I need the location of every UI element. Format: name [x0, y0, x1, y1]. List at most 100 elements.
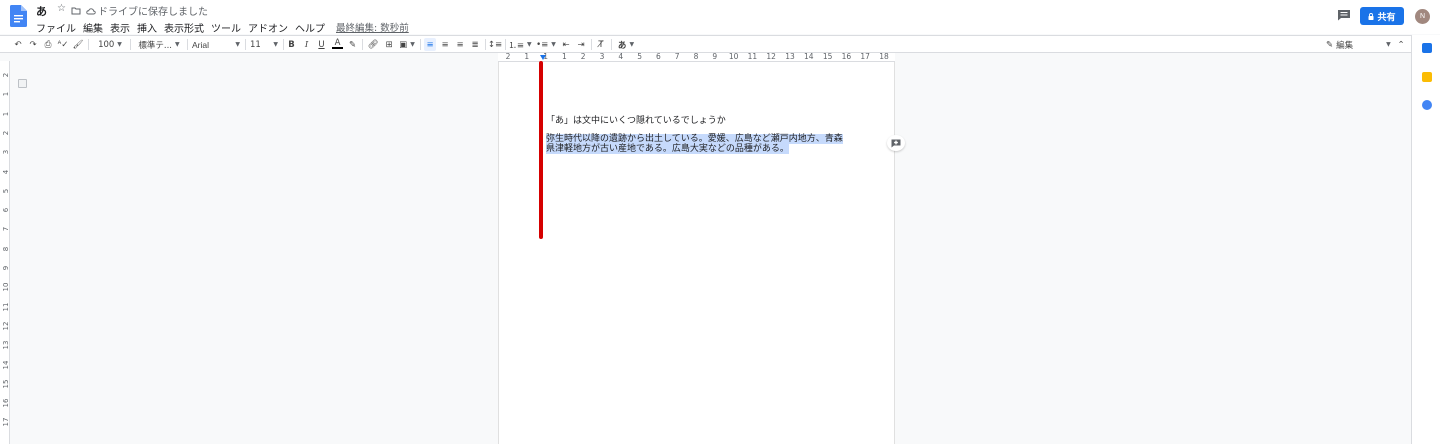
add-comment-toolbar-icon[interactable]: ⊞: [383, 38, 395, 51]
ruler-tick-label: 11: [2, 302, 10, 312]
ruler-tick-label: 3: [2, 149, 10, 155]
ruler-tick-label: 3: [599, 53, 605, 61]
zoom-select[interactable]: 100 ▼: [94, 38, 126, 51]
increase-indent-icon[interactable]: ⇥: [575, 38, 587, 51]
keep-icon[interactable]: [1422, 72, 1432, 82]
input-tool-value: あ: [617, 40, 627, 51]
align-center-icon[interactable]: ≡: [439, 38, 451, 51]
font-size-value: 11: [250, 39, 261, 50]
docs-logo-icon[interactable]: [10, 5, 27, 27]
clear-formatting-icon[interactable]: T̸: [595, 38, 607, 51]
save-status-text: ドライブに保存しました: [98, 7, 208, 18]
align-left-icon[interactable]: ≡: [424, 38, 436, 51]
chevron-down-icon: ▼: [629, 41, 635, 48]
toolbar-divider: [505, 39, 506, 50]
toolbar-divider: [187, 39, 188, 50]
document-outline-icon[interactable]: [18, 79, 27, 88]
toolbar-divider: [245, 39, 246, 50]
paragraph-question[interactable]: 「あ」は文中にいくつ隠れているでしょうか: [546, 113, 726, 126]
align-right-icon[interactable]: ≡: [454, 38, 466, 51]
ruler-tick-label: 14: [804, 53, 814, 61]
indent-marker[interactable]: [540, 55, 546, 60]
toolbar-divider: [591, 39, 592, 50]
document-title[interactable]: あ: [36, 3, 47, 19]
highlight-icon[interactable]: ✎: [347, 38, 358, 51]
input-tools-select[interactable]: あ ▼: [615, 38, 637, 51]
ruler-tick-label: 15: [2, 379, 10, 389]
chevron-down-icon: ▼: [235, 41, 240, 48]
ruler-tick-label: 14: [2, 360, 10, 369]
formatting-toolbar: ↶ ↷ ⎙ ᴬ✓ 🖌 100 ▼ 標準テ... ▼ Arial ▼ 11 ▼ B I U…: [0, 35, 1411, 53]
bold-button[interactable]: B: [286, 38, 297, 51]
italic-button[interactable]: I: [301, 38, 312, 51]
vertical-red-marker: [539, 61, 543, 239]
menu-help[interactable]: ヘルプ: [295, 20, 325, 35]
chevron-down-icon: ▼: [527, 41, 532, 48]
bulleted-list-icon[interactable]: •≡ ▼: [535, 38, 557, 51]
side-panel: [1411, 35, 1440, 444]
horizontal-ruler[interactable]: 2 1 1 1 2 3 4 5 6 7 8 9 10 11 12 13 14 15 16 17 18: [498, 53, 895, 62]
spellcheck-icon[interactable]: ᴬ✓: [57, 38, 69, 51]
menu-addons[interactable]: アドオン: [248, 20, 288, 35]
editing-mode-select[interactable]: ✎ 編集 ▼: [1326, 38, 1391, 51]
ruler-tick-label: 10: [728, 53, 739, 61]
print-icon[interactable]: ⎙: [42, 38, 54, 51]
align-justify-icon[interactable]: ≣: [469, 38, 481, 51]
ruler-tick-label: 11: [747, 53, 758, 61]
comment-history-icon[interactable]: [1337, 9, 1351, 21]
lock-icon: [1368, 12, 1374, 20]
ruler-tick-label: 2: [2, 130, 10, 136]
insert-image-icon[interactable]: ▣ ▼: [398, 38, 416, 51]
ruler-tick-label: 12: [2, 321, 10, 331]
ruler-tick-label: 2: [580, 53, 586, 61]
mode-value: 編集: [1336, 40, 1354, 51]
tasks-icon[interactable]: [1422, 100, 1432, 110]
underline-button[interactable]: U: [316, 38, 327, 51]
ruler-tick-label: 8: [2, 246, 10, 251]
account-avatar[interactable]: N: [1415, 9, 1430, 24]
undo-icon[interactable]: ↶: [12, 38, 24, 51]
ruler-tick-label: 2: [2, 72, 10, 78]
hide-menus-chevron-up-icon[interactable]: ⌃: [1396, 38, 1406, 51]
menu-insert[interactable]: 挿入: [137, 20, 157, 35]
add-comment-icon[interactable]: [887, 135, 905, 151]
chevron-down-icon: ▼: [551, 41, 556, 48]
paint-format-icon[interactable]: 🖌: [72, 38, 84, 51]
move-folder-icon[interactable]: [71, 6, 81, 16]
google-docs-window: あ ☆ ドライブに保存しました ファイル 編集 表示 挿入 表示形式 ツール ア…: [0, 0, 1440, 444]
chevron-down-icon: ▼: [1386, 41, 1391, 48]
vertical-ruler[interactable]: 2 1 1 2 3 4 5 6 7 8 9 10 11 12 13 14 15 16 17: [0, 61, 10, 444]
link-icon[interactable]: 🔗︎: [367, 38, 379, 51]
pencil-icon: ✎: [1326, 39, 1334, 50]
ruler-tick-label: 9: [2, 265, 10, 271]
decrease-indent-icon[interactable]: ⇤: [560, 38, 572, 51]
menu-file[interactable]: ファイル: [36, 20, 76, 35]
star-icon[interactable]: ☆: [57, 3, 66, 14]
title-bar: あ ☆ ドライブに保存しました ファイル 編集 表示 挿入 表示形式 ツール ア…: [0, 0, 1440, 35]
cloud-saved-icon[interactable]: [86, 6, 96, 16]
redo-icon[interactable]: ↷: [27, 38, 39, 51]
font-family-select[interactable]: Arial ▼: [192, 38, 242, 51]
toolbar-divider: [88, 39, 89, 50]
selected-text-line-1[interactable]: 弥生時代以降の遺跡から出土している。愛媛、広島など瀬戸内地方、青森: [546, 134, 843, 144]
share-button[interactable]: 共有: [1360, 7, 1404, 25]
ruler-tick-label: 15: [822, 53, 833, 61]
line-spacing-icon[interactable]: ↕≡: [488, 38, 502, 51]
numbered-list-icon[interactable]: ⒈≡ ▼: [508, 38, 532, 51]
menu-tools[interactable]: ツール: [211, 20, 241, 35]
ruler-tick-label: 9: [712, 53, 718, 61]
menu-format[interactable]: 表示形式: [164, 20, 204, 35]
font-size-select[interactable]: 11 ▼: [250, 38, 280, 51]
paragraph-style-select[interactable]: 標準テ... ▼: [134, 38, 184, 51]
ruler-tick-label: 1: [562, 53, 567, 61]
text-color-button[interactable]: A: [332, 38, 343, 49]
last-edit-link[interactable]: 最終編集: 数秒前: [336, 20, 409, 35]
menu-edit[interactable]: 編集: [83, 20, 103, 35]
ruler-tick-label: 16: [2, 398, 10, 408]
ruler-tick-label: 6: [656, 53, 661, 61]
selected-text-line-2[interactable]: 県津軽地方が古い産地である。広島大実などの品種がある。: [546, 144, 789, 154]
ruler-tick-label: 7: [2, 227, 10, 232]
calendar-icon[interactable]: [1422, 43, 1432, 53]
ruler-tick-label: 4: [2, 169, 10, 174]
menu-view[interactable]: 表示: [110, 20, 130, 35]
